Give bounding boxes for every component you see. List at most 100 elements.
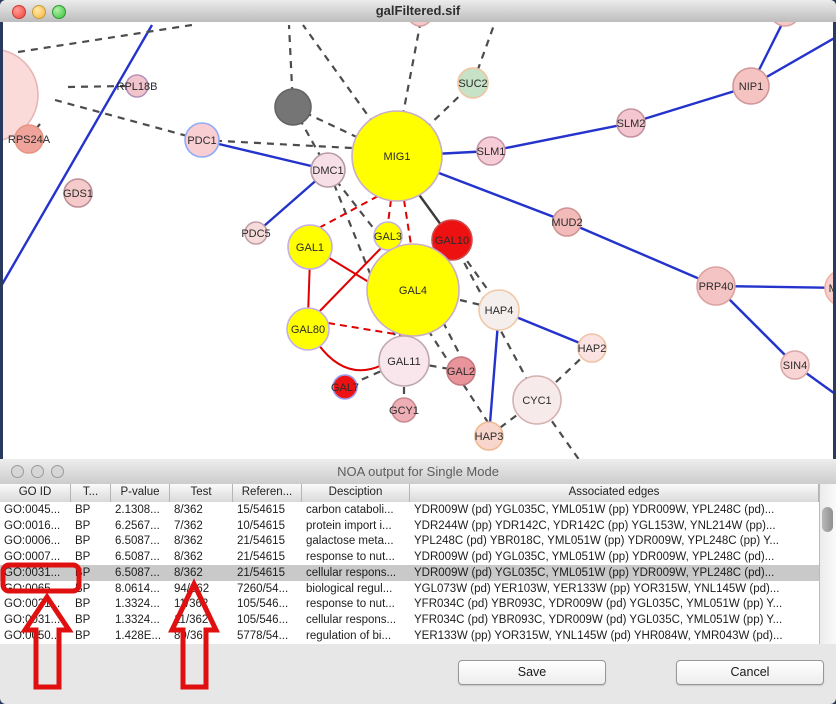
table-cell: YDR009W (pd) YGL035C, YML051W (pp) YDR00… <box>410 567 819 579</box>
column-header-t-[interactable]: T... <box>71 484 111 502</box>
node-top-node-a[interactable] <box>408 22 432 26</box>
table-cell: 6.5087... <box>111 567 170 579</box>
node-label-MUD2: MUD2 <box>551 217 582 229</box>
column-header-go-id[interactable]: GO ID <box>0 484 71 502</box>
table-row[interactable]: GO:0031...BP6.5087...8/36221/54615cellul… <box>0 565 819 581</box>
node-label-PDC1: PDC1 <box>187 135 216 147</box>
vertical-scrollbar[interactable] <box>819 484 836 644</box>
table-cell: 6.2567... <box>111 520 170 532</box>
table-row[interactable]: GO:0045...BP2.1308...8/36215/54615carbon… <box>0 502 819 518</box>
table-row[interactable]: GO:0006...BP6.5087...8/36221/54615galact… <box>0 534 819 550</box>
table-cell: 2.1308... <box>111 504 170 516</box>
node-label-GAL3: GAL3 <box>374 231 402 243</box>
table-cell: 105/546... <box>233 614 302 626</box>
table-cell: BP <box>71 535 111 547</box>
table-cell: response to nut... <box>302 551 410 563</box>
table-row[interactable]: GO:0050...BP1.428E...80/3625778/54...reg… <box>0 628 819 644</box>
table-cell: regulation of bi... <box>302 630 410 642</box>
table-cell: 8/362 <box>170 504 233 516</box>
table-cell: YPL248C (pd) YBR018C, YML051W (pp) YDR00… <box>410 535 819 547</box>
table-cell: BP <box>71 520 111 532</box>
network-edge <box>404 200 411 245</box>
node-label-GCY1: GCY1 <box>389 405 419 417</box>
table-cell: YGL073W (pd) YER103W, YER133W (pp) YOR31… <box>410 583 819 595</box>
table-cell: BP <box>71 630 111 642</box>
table-cell: 8/362 <box>170 551 233 563</box>
noa-window-title: NOA output for Single Mode <box>0 464 836 479</box>
table-cell: 80/362 <box>170 630 233 642</box>
network-edge <box>318 344 382 370</box>
node-label-SLM2: SLM2 <box>617 118 646 130</box>
column-header-test[interactable]: Test <box>170 484 233 502</box>
table-cell: 6.5087... <box>111 535 170 547</box>
table-cell: cellular respons... <box>302 567 410 579</box>
table-cell: 5778/54... <box>233 630 302 642</box>
network-window-title: galFiltered.sif <box>0 3 836 18</box>
noa-window: NOA output for Single Mode GO IDT...P-va… <box>0 459 836 704</box>
node-label-MSL1: MSL1 <box>829 283 833 295</box>
table-row[interactable]: GO:0031...BP1.3324...11/362105/546...res… <box>0 597 819 613</box>
network-edge <box>460 300 481 305</box>
node-label-CYC1: CYC1 <box>522 395 551 407</box>
node-label-GAL7: GAL7 <box>331 382 359 394</box>
node-label-PDC5: PDC5 <box>241 228 270 240</box>
table-cell: 8/362 <box>170 535 233 547</box>
column-header-referen-[interactable]: Referen... <box>233 484 302 502</box>
node-top-node-b[interactable] <box>770 22 800 26</box>
table-cell: 8/362 <box>170 567 233 579</box>
network-edge <box>202 140 370 149</box>
table-cell: galactose meta... <box>302 535 410 547</box>
table-cell: 1.428E... <box>111 630 170 642</box>
node-label-HAP2: HAP2 <box>578 343 607 355</box>
column-header-associated-edges[interactable]: Associated edges <box>410 484 819 502</box>
table-row[interactable]: GO:0065...BP8.0614...94/3627260/54...bio… <box>0 581 819 597</box>
table-cell: BP <box>71 598 111 610</box>
column-header-p-value[interactable]: P-value <box>111 484 170 502</box>
table-cell: 21/54615 <box>233 567 302 579</box>
node-label-GAL10: GAL10 <box>435 235 469 247</box>
network-edge <box>443 322 461 357</box>
table-cell: GO:0031... <box>0 598 71 610</box>
table-row[interactable]: GO:0007...BP6.5087...8/36221/54615respon… <box>0 549 819 565</box>
save-button[interactable]: Save <box>458 660 606 685</box>
table-cell: response to nut... <box>302 598 410 610</box>
scrollbar-thumb[interactable] <box>822 507 833 532</box>
node-label-GAL4: GAL4 <box>399 285 427 297</box>
node-label-GAL80: GAL80 <box>291 324 325 336</box>
table-cell: GO:0031... <box>0 567 71 579</box>
table-cell: 7/362 <box>170 520 233 532</box>
table-cell: YER133W (pp) YOR315W, YNL145W (pd) YHR08… <box>410 630 819 642</box>
node-label-MIG1: MIG1 <box>384 151 411 163</box>
table-cell: 21/54615 <box>233 551 302 563</box>
cancel-button[interactable]: Cancel <box>676 660 824 685</box>
table-cell: GO:0007... <box>0 551 71 563</box>
network-edge <box>388 200 391 223</box>
node-label-HAP4: HAP4 <box>485 305 514 317</box>
network-window: galFiltered.sif RPL18BRPS24AGDS1PDC1DMC1… <box>0 0 836 459</box>
table-cell: YDR244W (pp) YDR142C, YDR142C (pp) YGL15… <box>410 520 819 532</box>
node-gray-node[interactable] <box>275 89 311 125</box>
table-cell: BP <box>71 567 111 579</box>
table-cell: 11/362 <box>170 598 233 610</box>
noa-window-titlebar: NOA output for Single Mode <box>0 459 836 485</box>
table-cell: GO:0016... <box>0 520 71 532</box>
network-canvas[interactable]: RPL18BRPS24AGDS1PDC1DMC1MIG1SUC2SLM1SLM2… <box>0 22 836 459</box>
node-label-PRP40: PRP40 <box>699 281 734 293</box>
table-cell: 8.0614... <box>111 583 170 595</box>
network-edge <box>491 123 631 151</box>
table-header: GO IDT...P-valueTestReferen...Desciption… <box>0 484 819 503</box>
node-label-GAL11: GAL11 <box>387 356 420 368</box>
table-cell: 1.3324... <box>111 614 170 626</box>
table-cell: cellular respons... <box>302 614 410 626</box>
table-row[interactable]: GO:0031...BP1.3324...11/362105/546...cel… <box>0 612 819 628</box>
table-cell: YDR009W (pd) YGL035C, YML051W (pp) YDR00… <box>410 504 819 516</box>
column-header-desciption[interactable]: Desciption <box>302 484 410 502</box>
table-cell: GO:0050... <box>0 630 71 642</box>
table-cell: biological regul... <box>302 583 410 595</box>
node-label-RPL18B: RPL18B <box>117 81 158 93</box>
table-cell: YFR034C (pd) YBR093C, YDR009W (pd) YGL03… <box>410 614 819 626</box>
node-label-GDS1: GDS1 <box>63 188 93 200</box>
node-label-NIP1: NIP1 <box>739 81 763 93</box>
table-row[interactable]: GO:0016...BP6.2567...7/36210/54615protei… <box>0 518 819 534</box>
table-cell: 94/362 <box>170 583 233 595</box>
